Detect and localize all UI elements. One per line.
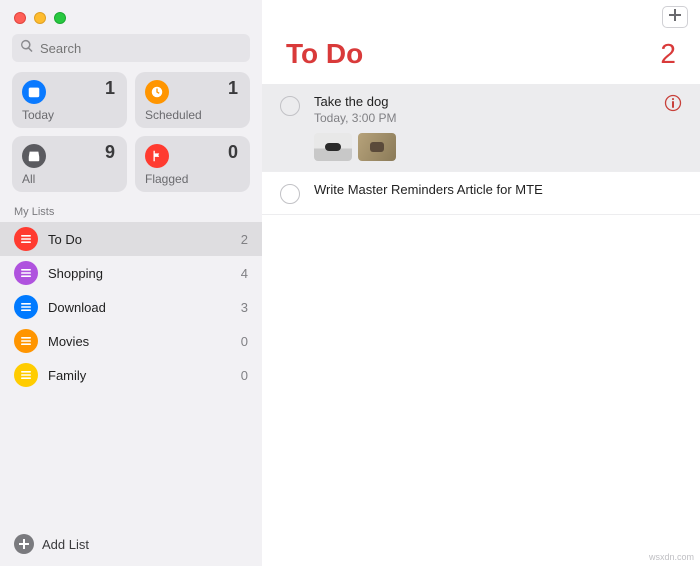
reminder-row[interactable]: Write Master Reminders Article for MTE: [262, 172, 700, 215]
list-header: To Do 2: [262, 34, 700, 84]
reminder-body: Take the dog Today, 3:00 PM: [314, 94, 664, 161]
smart-list-cards: 1 Today 1 Scheduled 9 All: [0, 72, 262, 202]
flag-icon: [145, 144, 169, 168]
smart-list-count: 9: [105, 142, 115, 163]
smart-list-label: Flagged: [145, 172, 238, 186]
smart-list-flagged[interactable]: 0 Flagged: [135, 136, 250, 192]
reminder-title: Take the dog: [314, 94, 664, 109]
reminder-attachments: [314, 133, 664, 161]
sidebar-list-item[interactable]: Movies0: [0, 324, 262, 358]
info-button[interactable]: [664, 94, 682, 112]
sidebar-list-item[interactable]: Family0: [0, 358, 262, 392]
reminder-row[interactable]: Take the dog Today, 3:00 PM: [262, 84, 700, 172]
sidebar-list-item[interactable]: Shopping4: [0, 256, 262, 290]
list-item-count: 0: [241, 334, 248, 349]
window-controls: [0, 0, 262, 34]
list-bullet-icon: [14, 329, 38, 353]
list-item-label: Download: [48, 300, 241, 315]
new-reminder-button[interactable]: [662, 6, 688, 28]
smart-list-label: All: [22, 172, 115, 186]
add-list-button[interactable]: Add List: [14, 534, 89, 554]
smart-list-all[interactable]: 9 All: [12, 136, 127, 192]
sidebar-lists: To Do2Shopping4Download3Movies0Family0: [0, 222, 262, 392]
list-item-count: 3: [241, 300, 248, 315]
smart-list-label: Scheduled: [145, 108, 238, 122]
smart-list-scheduled[interactable]: 1 Scheduled: [135, 72, 250, 128]
list-item-label: Shopping: [48, 266, 241, 281]
list-bullet-icon: [14, 261, 38, 285]
minimize-window-button[interactable]: [34, 12, 46, 24]
plus-circle-icon: [14, 534, 34, 554]
app-window: 1 Today 1 Scheduled 9 All: [0, 0, 700, 566]
sidebar-list-item[interactable]: To Do2: [0, 222, 262, 256]
list-bullet-icon: [14, 363, 38, 387]
watermark: wsxdn.com: [649, 552, 694, 562]
attachment-thumbnail[interactable]: [314, 133, 352, 161]
list-item-count: 4: [241, 266, 248, 281]
sidebar-list-item[interactable]: Download3: [0, 290, 262, 324]
list-item-count: 2: [241, 232, 248, 247]
list-count: 2: [660, 38, 676, 70]
complete-checkbox[interactable]: [280, 96, 300, 116]
smart-list-today[interactable]: 1 Today: [12, 72, 127, 128]
plus-icon: [669, 8, 681, 26]
sidebar: 1 Today 1 Scheduled 9 All: [0, 0, 262, 566]
toolbar: [262, 0, 700, 34]
smart-list-label: Today: [22, 108, 115, 122]
smart-list-count: 0: [228, 142, 238, 163]
list-item-label: To Do: [48, 232, 241, 247]
search-wrap: [0, 34, 262, 72]
reminder-subtitle: Today, 3:00 PM: [314, 111, 664, 125]
list-bullet-icon: [14, 295, 38, 319]
attachment-thumbnail[interactable]: [358, 133, 396, 161]
reminder-title: Write Master Reminders Article for MTE: [314, 182, 682, 197]
tray-icon: [22, 144, 46, 168]
complete-checkbox[interactable]: [280, 184, 300, 204]
smart-list-count: 1: [105, 78, 115, 99]
search-field[interactable]: [12, 34, 250, 62]
list-title: To Do: [286, 38, 363, 70]
close-window-button[interactable]: [14, 12, 26, 24]
search-icon: [20, 39, 34, 58]
add-list-label: Add List: [42, 537, 89, 552]
list-item-label: Movies: [48, 334, 241, 349]
search-input[interactable]: [34, 41, 242, 56]
zoom-window-button[interactable]: [54, 12, 66, 24]
reminders: Take the dog Today, 3:00 PM Write Master R…: [262, 84, 700, 215]
list-item-count: 0: [241, 368, 248, 383]
calendar-icon: [22, 80, 46, 104]
clock-icon: [145, 80, 169, 104]
smart-list-count: 1: [228, 78, 238, 99]
list-bullet-icon: [14, 227, 38, 251]
list-item-label: Family: [48, 368, 241, 383]
sidebar-section-label: My Lists: [0, 202, 262, 222]
main-pane: To Do 2 Take the dog Today, 3:00 PM Write …: [262, 0, 700, 566]
reminder-body: Write Master Reminders Article for MTE: [314, 182, 682, 204]
